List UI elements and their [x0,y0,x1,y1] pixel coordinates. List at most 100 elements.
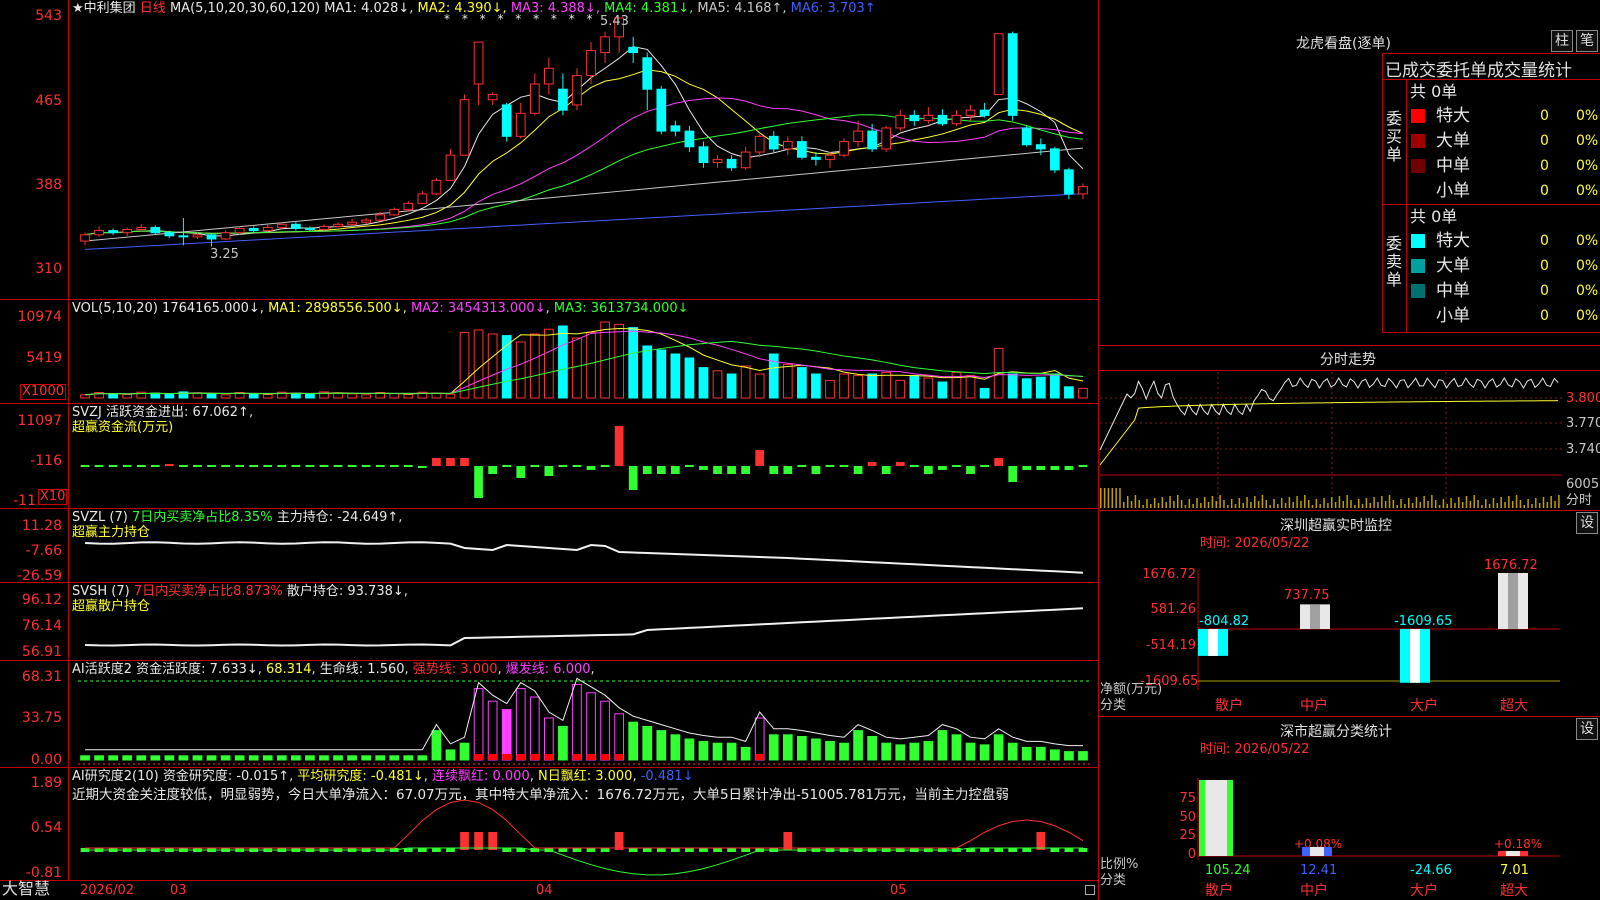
activity-bar [319,755,329,761]
fs-volume-bar [1334,502,1337,508]
candle-body [684,130,695,148]
fs-volume-bar [1230,499,1233,508]
candle-body [136,226,147,231]
stat-box-divider-3 [1406,79,1407,333]
candle-body [80,234,90,242]
main-chart-canvas[interactable] [0,0,1098,900]
research-dash [1078,848,1088,852]
vol-tick-2: 5419 [26,350,62,366]
activity-bar [895,744,906,761]
volume-bar [670,353,681,399]
activity-bar [572,683,582,761]
fl-val-1: 105.24 [1205,863,1251,878]
bar-mode-button[interactable]: 柱 [1551,30,1573,52]
research-dash [432,848,441,852]
sz-tick-1: 1676.72 [1142,567,1196,582]
ma-line-6 [84,193,1084,250]
fs-volume-bar [1396,505,1398,508]
fl-top-border [1099,716,1600,717]
fund-flow-bar [432,458,441,466]
stock-name[interactable]: ★中利集团 [72,1,136,16]
candle-body [754,135,765,153]
ai2-title: AI研究度2(10) [72,769,159,784]
svsh-text2: 散户持仓: 93.738↓ [286,584,404,599]
fs-volume-bar [1523,505,1525,508]
fs-volume-bar [1311,505,1314,508]
research-dash [727,848,736,852]
fund-flow-bar [924,466,933,474]
candle-body [586,49,596,77]
activity-bar [754,717,765,761]
fs-tick-2: 3.770 [1566,416,1600,431]
vol-ma-line-3 [84,340,1084,396]
fl-tick-2: 50 [1179,810,1196,825]
period-label[interactable]: 日线 [140,1,166,16]
tick-mode-button[interactable]: 笔 [1576,30,1598,52]
activity-bar [1035,746,1046,761]
candle-body [726,158,737,169]
candle-body [544,67,554,85]
fs-volume-bar [1473,495,1475,508]
fs-volume-bar [1142,505,1144,508]
volume-bar [979,387,990,399]
candle-body [262,226,273,232]
volume-bar [80,394,90,399]
fund-flow-bar [966,466,975,474]
brand-logo[interactable]: 大智慧 [2,881,50,897]
fund-flow-bar [881,466,891,474]
volume-bar [122,393,133,399]
activity-bar [993,734,1004,761]
ai1-title: AI活跃度2 [72,662,132,677]
svzl-text2: 主力持仓: -24.649↑ [276,510,399,525]
volume-bar [1050,373,1060,399]
activity-bar [389,755,400,761]
fs-volume-bar [1157,503,1160,508]
lock-icon[interactable] [1085,885,1095,895]
candle-body [417,193,428,204]
fs-volume-bar [1477,500,1479,508]
sz-time: 时间: 2026/05/22 [1200,536,1310,551]
ai2-t4: N日飘红: 3.000 [537,769,633,784]
buy-pct-1: 0% [1576,108,1599,124]
activity-bar [122,755,133,761]
fs-volume-bar [1307,500,1310,508]
research-dash [671,848,680,852]
fs-volume-bar [1261,495,1264,508]
sz-bar-4 [1498,573,1528,629]
volume-bar [726,373,737,399]
candle-body [473,41,484,85]
candle-body [1021,127,1032,146]
stat-box-divider [1382,79,1600,80]
sz-settings-button[interactable]: 设 [1576,512,1598,534]
fund-flow-bar [488,466,497,474]
fl-settings-button[interactable]: 设 [1576,718,1598,740]
fs-volume-bar [1130,501,1133,508]
fund-flow-dash [952,465,961,467]
fs-volume-bar [1223,500,1225,508]
sz-cat-4: 超大 [1500,698,1528,714]
sz-tick-3: -514.19 [1145,638,1196,653]
sz-net-label: 净额(万元) [1100,682,1163,697]
fs-volume-bar [1292,502,1294,508]
kline-tick-4: 310 [35,261,62,277]
vol-ma1: MA1: 2898556.500↓ [268,301,403,316]
svzj-caption: 超赢资金流(万元) [72,420,174,435]
candle-body [895,114,906,129]
buy-swatch-4 [1411,184,1425,198]
candle-body [965,109,976,116]
research-dash [685,848,694,852]
volume-bar [754,373,765,399]
activity-bar [515,688,526,761]
activity-bar [276,755,287,761]
volume-bar [797,367,807,399]
sz-val-1: -804.82 [1199,614,1250,629]
fs-volume-bar [1273,499,1275,508]
volume-bar [965,375,976,399]
volume-bar [515,341,526,399]
candle-body [347,221,357,225]
fund-flow-bar [586,466,596,470]
fund-flow-bar [671,466,680,474]
volume-bar [572,337,582,399]
candle-body [811,156,821,160]
fs-volume-bar [1180,500,1183,508]
